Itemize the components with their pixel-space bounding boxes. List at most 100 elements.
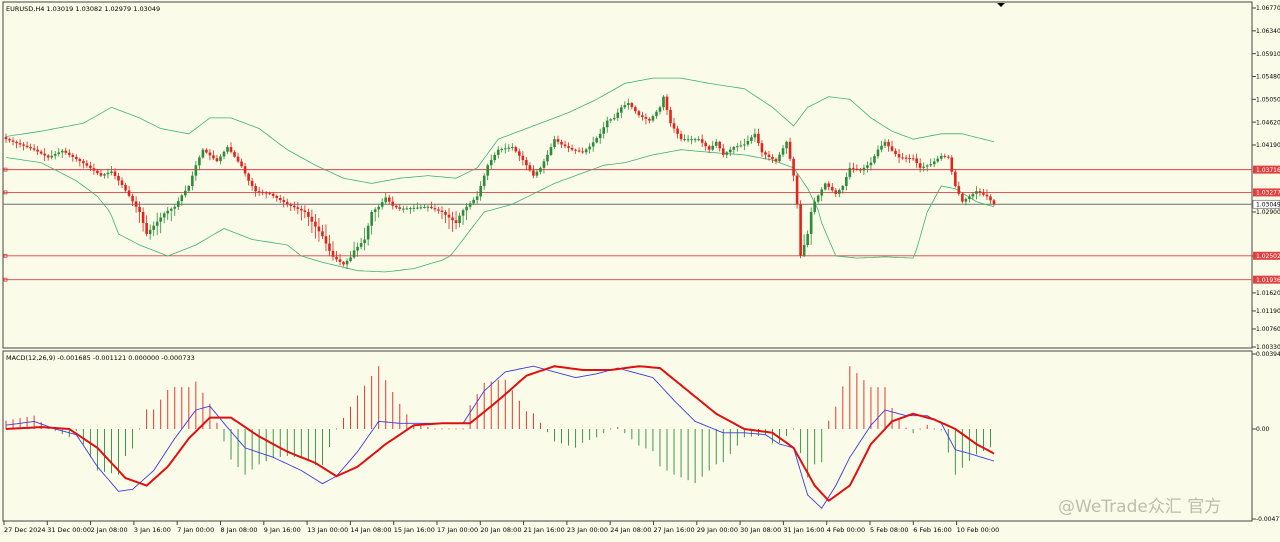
price-axis-label: 1.05050 xyxy=(1256,97,1280,104)
candle-body xyxy=(591,142,595,147)
candle-body xyxy=(187,186,191,191)
chart-canvas[interactable]: 1.06770 1.06340 1.05910 1.05480 1.05050 1.046… xyxy=(0,0,1280,538)
candle-body xyxy=(103,174,106,176)
candle-body xyxy=(138,206,141,212)
candle-body xyxy=(447,214,451,218)
candle-body xyxy=(827,183,831,187)
candle-body xyxy=(127,190,131,196)
candle-body xyxy=(954,171,957,187)
candle-body xyxy=(8,139,11,141)
candle-body xyxy=(616,112,620,118)
candle-body xyxy=(816,195,820,202)
candle-body xyxy=(215,158,219,162)
candle-body xyxy=(380,202,384,207)
candle-body xyxy=(46,155,50,158)
candle-body xyxy=(433,208,437,210)
price-axis-label: 1.00330 xyxy=(1256,344,1280,351)
candle-body xyxy=(704,142,707,147)
candle-body xyxy=(883,141,887,146)
candle-body xyxy=(957,186,961,194)
candle-body xyxy=(602,127,606,134)
time-axis-label: 7 Jan 00:00 xyxy=(177,526,214,534)
candle-body xyxy=(96,170,99,174)
candle-body xyxy=(489,160,493,166)
candle-body xyxy=(458,215,461,223)
candle-body xyxy=(419,207,423,209)
candle-body xyxy=(750,137,753,141)
candle-body xyxy=(637,111,641,116)
candle-body xyxy=(250,180,254,187)
candle-body xyxy=(630,103,634,108)
candle-body xyxy=(293,205,296,208)
candle-body xyxy=(254,186,257,192)
time-axis-label: 15 Jan 16:00 xyxy=(394,526,435,534)
macd-axis-label: 0.00 xyxy=(1256,426,1270,433)
candle-body xyxy=(338,259,342,262)
time-axis-label: 13 Jan 00:00 xyxy=(307,526,348,534)
candle-body xyxy=(278,197,282,201)
price-axis-label: 1.01620 xyxy=(1256,290,1280,297)
candle-body xyxy=(29,147,32,149)
candle-body xyxy=(335,256,338,260)
candle-body xyxy=(423,207,426,209)
candle-body xyxy=(229,147,233,152)
candle-body xyxy=(391,201,395,206)
candle-body xyxy=(869,162,873,166)
candle-body xyxy=(852,167,855,169)
candle-body xyxy=(834,190,838,194)
candle-body xyxy=(124,184,127,191)
candle-body xyxy=(4,137,8,140)
candle-body xyxy=(331,250,335,257)
candle-body xyxy=(866,165,869,168)
candle-body xyxy=(461,210,465,216)
candle-body xyxy=(243,166,247,174)
candle-body xyxy=(922,166,925,168)
candle-body xyxy=(848,167,852,177)
candle-body xyxy=(904,157,908,159)
candle-body xyxy=(693,139,697,141)
time-axis-label: 29 Jan 00:00 xyxy=(697,526,738,534)
candle-body xyxy=(774,159,778,162)
candle-body xyxy=(655,111,658,117)
candle-body xyxy=(430,206,433,209)
time-axis-label: 6 Feb 16:00 xyxy=(913,526,952,534)
candle-body xyxy=(345,260,349,265)
candle-body xyxy=(841,186,845,190)
candle-body xyxy=(567,146,570,148)
price-level-tag-label: 1.03716 xyxy=(1256,167,1280,174)
time-axis-label: 30 Jan 08:00 xyxy=(740,526,781,534)
candle-body xyxy=(194,165,198,176)
candle-body xyxy=(511,147,514,149)
candle-body xyxy=(830,186,834,191)
candle-body xyxy=(43,153,46,156)
candle-body xyxy=(620,107,623,113)
candle-body xyxy=(212,155,215,159)
candle-body xyxy=(314,221,317,227)
candle-body xyxy=(743,144,746,146)
candle-body xyxy=(532,170,535,176)
price-axis-label: 1.04190 xyxy=(1256,142,1280,149)
candle-body xyxy=(707,146,711,150)
candle-body xyxy=(468,203,472,207)
candle-body xyxy=(859,169,862,171)
candle-body xyxy=(785,141,788,149)
candle-body xyxy=(641,115,644,118)
candle-body xyxy=(454,220,458,223)
candle-body xyxy=(271,193,275,196)
time-axis-label: 2 Jan 08:00 xyxy=(91,526,128,534)
candle-body xyxy=(503,148,507,150)
time-axis-label: 31 Jan 16:00 xyxy=(783,526,824,534)
candle-body xyxy=(191,175,194,187)
candle-body xyxy=(496,149,500,155)
candle-body xyxy=(662,96,665,108)
candle-body xyxy=(634,107,637,112)
candle-body xyxy=(205,149,208,153)
candle-body xyxy=(166,210,170,214)
candle-body xyxy=(845,176,848,187)
candle-body xyxy=(500,149,504,151)
candle-body xyxy=(651,116,655,121)
candle-body xyxy=(767,154,771,157)
time-axis-label: 21 Jan 16:00 xyxy=(524,526,565,534)
candle-body xyxy=(15,141,18,144)
candle-body xyxy=(549,147,553,155)
